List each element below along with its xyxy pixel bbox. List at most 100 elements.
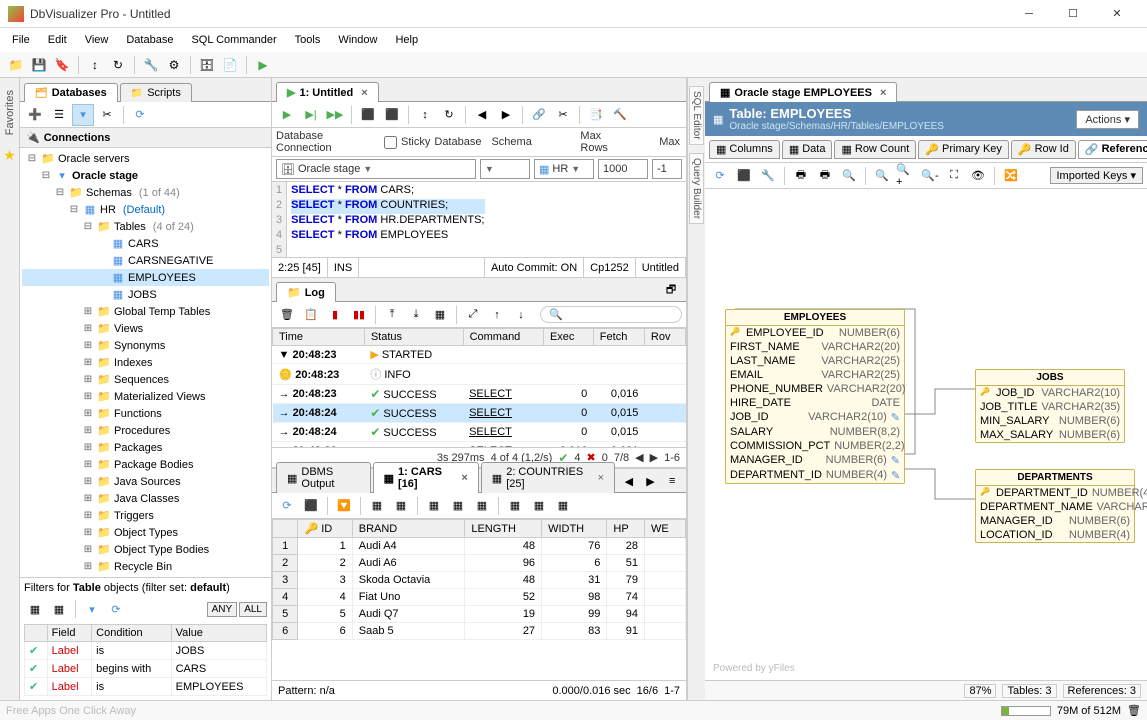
tool-icon[interactable]: 🔧 bbox=[141, 55, 161, 75]
obj-tab-row-count[interactable]: ▦Row Count bbox=[834, 140, 916, 159]
maximize-log-icon[interactable]: 🗗 bbox=[660, 279, 682, 301]
rollback-icon[interactable]: ↻ bbox=[108, 55, 128, 75]
save-icon[interactable]: 💾 bbox=[29, 55, 49, 75]
run-icon[interactable]: ▶ bbox=[276, 104, 298, 126]
tree-item[interactable]: ⊞📁Views bbox=[22, 320, 269, 337]
link-icon[interactable]: 🔗 bbox=[528, 104, 550, 126]
maxrows-input[interactable]: 1000 bbox=[598, 159, 648, 179]
log-tab[interactable]: 📁Log bbox=[276, 282, 336, 302]
menu-help[interactable]: Help bbox=[387, 31, 426, 49]
up-icon[interactable]: ↑ bbox=[486, 304, 508, 326]
filter-row[interactable]: ✔Labelbegins withCARS bbox=[25, 660, 267, 678]
obj-tab-references[interactable]: 🔗References bbox=[1078, 140, 1147, 159]
log-row[interactable]: → 20:48:24✔ SUCCESSSELECT00,015 bbox=[273, 404, 686, 423]
database-combo[interactable]: ▼ bbox=[480, 159, 530, 179]
entity-departments[interactable]: DEPARTMENTSDEPARTMENT_IDNUMBER(4)DEPARTM… bbox=[975, 469, 1135, 543]
menu-sql-commander[interactable]: SQL Commander bbox=[183, 31, 284, 49]
stop2-icon[interactable]: ⬛ bbox=[381, 104, 403, 126]
add-tab-icon[interactable]: 📑 bbox=[585, 104, 607, 126]
commit-sql-icon[interactable]: ↕ bbox=[414, 104, 436, 126]
format-icon[interactable]: ▦ bbox=[366, 495, 388, 517]
search-diag-icon[interactable]: 🔍 bbox=[871, 165, 893, 187]
filter-funnel-icon[interactable]: ▾ bbox=[81, 598, 103, 620]
rollback-sql-icon[interactable]: ↻ bbox=[438, 104, 460, 126]
log-row[interactable]: 🪙 20:48:23ⓘ INFO bbox=[273, 364, 686, 385]
close-button[interactable]: ✕ bbox=[1095, 0, 1139, 28]
filter-refresh-icon[interactable]: ⟳ bbox=[105, 598, 127, 620]
tree-item[interactable]: ⊞📁Indexes bbox=[22, 354, 269, 371]
lock-icon[interactable]: ✂ bbox=[552, 104, 574, 126]
tree-item[interactable]: ⊞📁Materialized Views bbox=[22, 388, 269, 405]
ref-object-tab[interactable]: ▦Oracle stage EMPLOYEES× bbox=[709, 82, 897, 102]
tree-item[interactable]: ⊞📁Java Classes bbox=[22, 490, 269, 507]
script-icon[interactable]: 📄 bbox=[220, 55, 240, 75]
obj-tab-row-id[interactable]: 🔑Row Id bbox=[1011, 140, 1076, 159]
last-icon[interactable]: ⤓ bbox=[405, 304, 427, 326]
prev-icon[interactable]: ◀ bbox=[471, 104, 493, 126]
close-icon[interactable]: × bbox=[880, 87, 886, 99]
tree-item[interactable]: ⊟▦HR(Default) bbox=[22, 201, 269, 218]
insert-icon[interactable]: ▦ bbox=[447, 495, 469, 517]
log-row[interactable]: → 20:48:24✔ SUCCESSSELECT00,015 bbox=[273, 423, 686, 442]
tree-item[interactable]: ⊞📁Functions bbox=[22, 405, 269, 422]
commit-icon[interactable]: ↕ bbox=[85, 55, 105, 75]
refresh-grid-icon[interactable]: ⟳ bbox=[276, 495, 298, 517]
stop-grid-icon[interactable]: ⬛ bbox=[300, 495, 322, 517]
stop-icon[interactable]: ⬛ bbox=[357, 104, 379, 126]
tree-item[interactable]: ⊟📁Oracle servers bbox=[22, 150, 269, 167]
result-tab[interactable]: ▦2: COUNTRIES [25]× bbox=[481, 462, 615, 493]
filter-all-button[interactable]: ALL bbox=[239, 602, 267, 617]
stop-diag-icon[interactable]: ⬛ bbox=[733, 165, 755, 187]
grid-row[interactable]: 44Fiat Uno529874 bbox=[273, 589, 686, 606]
tree-item[interactable]: ⊞📁Recycle Bin bbox=[22, 558, 269, 575]
sql-editor-tab[interactable]: ▶1: Untitled× bbox=[276, 82, 379, 102]
query-builder-icon[interactable]: 🔨 bbox=[609, 104, 631, 126]
log-row[interactable]: ▼ 20:48:23▶ STARTED bbox=[273, 346, 686, 364]
menu-edit[interactable]: Edit bbox=[40, 31, 75, 49]
list-icon[interactable]: ☰ bbox=[48, 104, 70, 126]
play-icon[interactable]: ▶ bbox=[253, 55, 273, 75]
result-grid[interactable]: 🔑 IDBRANDLENGTHWIDTHHPWE 11Audi A4487628… bbox=[272, 519, 686, 640]
clear-log-icon[interactable]: 🗑 bbox=[276, 304, 298, 326]
minimize-button[interactable]: ─ bbox=[1007, 0, 1051, 28]
max-input[interactable]: -1 bbox=[652, 159, 682, 179]
maximize-button[interactable]: ☐ bbox=[1051, 0, 1095, 28]
tab-databases[interactable]: 🗂Databases bbox=[24, 83, 118, 102]
grid-row[interactable]: 55Audi Q7199994 bbox=[273, 606, 686, 623]
delete-all-icon[interactable]: ▮▮ bbox=[348, 304, 370, 326]
cut-icon[interactable]: ✂ bbox=[96, 104, 118, 126]
delete-icon[interactable]: ▮ bbox=[324, 304, 346, 326]
filter-icon[interactable]: ▾ bbox=[72, 104, 94, 126]
bookmark-icon[interactable]: 🔖 bbox=[52, 55, 72, 75]
tree-item[interactable]: ⊞📁Object Type Bodies bbox=[22, 541, 269, 558]
star-icon[interactable]: ★ bbox=[3, 147, 16, 164]
db-nav-icon[interactable]: 🗄 bbox=[197, 55, 217, 75]
sql-editor-vtab[interactable]: SQL Editor bbox=[689, 86, 704, 145]
tree-item[interactable]: ▦EMPLOYEES bbox=[22, 269, 269, 286]
db-conn-combo[interactable]: 🗄Oracle stage▼ bbox=[276, 159, 476, 179]
sticky-checkbox[interactable] bbox=[384, 136, 397, 149]
print-icon[interactable]: 🖶 bbox=[790, 165, 812, 187]
form-icon[interactable]: ▦ bbox=[552, 495, 574, 517]
zoomin-icon[interactable]: 🔍+ bbox=[895, 165, 917, 187]
gear-icon[interactable]: ⚙ bbox=[164, 55, 184, 75]
layout-icon[interactable]: 🔀 bbox=[1000, 165, 1022, 187]
schema-combo[interactable]: ▦HR▼ bbox=[534, 159, 594, 179]
filter-add-icon[interactable]: ▦ bbox=[24, 598, 46, 620]
run-script-icon[interactable]: ▶▶ bbox=[324, 104, 346, 126]
tree-item[interactable]: ⊞📁Triggers bbox=[22, 507, 269, 524]
fit-icon[interactable]: ▦ bbox=[390, 495, 412, 517]
refresh-icon[interactable]: ⟳ bbox=[129, 104, 151, 126]
log-row[interactable]: → 20:48:23✔ SUCCESSSELECT00,016 bbox=[273, 385, 686, 404]
delete-row-icon[interactable]: ▦ bbox=[471, 495, 493, 517]
close-icon[interactable]: × bbox=[361, 87, 367, 99]
query-builder-vtab[interactable]: Query Builder bbox=[689, 153, 704, 224]
run-next-icon[interactable]: ▶| bbox=[300, 104, 322, 126]
menu-view[interactable]: View bbox=[77, 31, 117, 49]
expand-icon[interactable]: ⤢ bbox=[462, 304, 484, 326]
breadcrumb[interactable]: Oracle stage/Schemas/HR/Tables/EMPLOYEES bbox=[729, 121, 944, 132]
menu-tools[interactable]: Tools bbox=[287, 31, 329, 49]
tree-item[interactable]: ⊟▾Oracle stage bbox=[22, 167, 269, 184]
tab-scripts[interactable]: 📁Scripts bbox=[120, 83, 192, 102]
grid-row[interactable]: 66Saab 5278391 bbox=[273, 623, 686, 640]
